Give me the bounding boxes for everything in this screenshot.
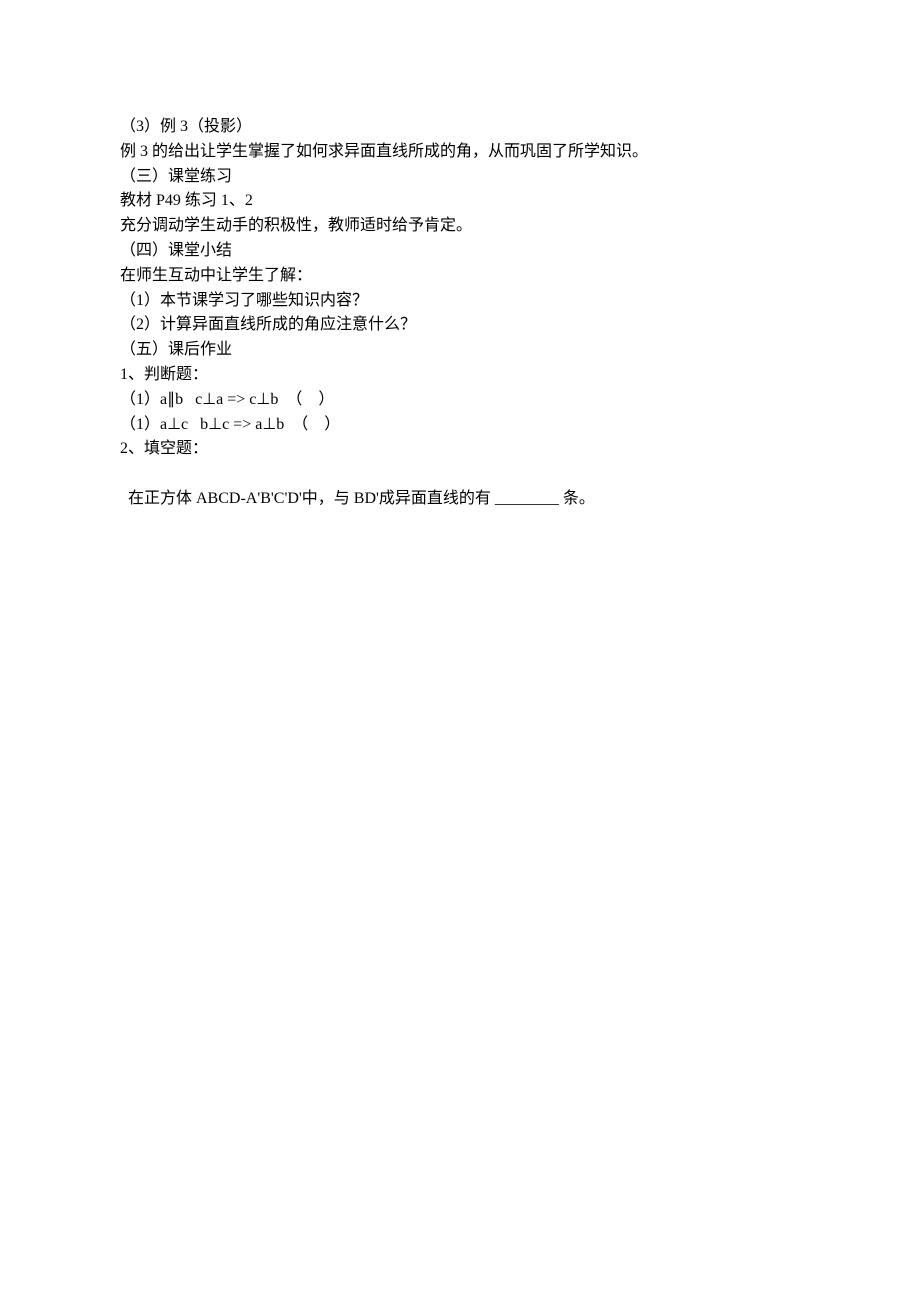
- line-section5-heading: （五）课后作业: [120, 338, 800, 363]
- line-section4-heading: （四）课堂小结: [120, 239, 800, 264]
- line-hw-judge-heading: 1、判断题：: [120, 363, 800, 388]
- fill-text-before: 在正方体 ABCD-A'B'C'D'中，与 BD'成异面直线的有: [128, 490, 495, 507]
- line-summary-q2: （2）计算异面直线所成的角应注意什么？: [120, 313, 800, 338]
- line-section3-heading: （三）课堂练习: [120, 165, 800, 190]
- line-hw-fill-heading: 2、填空题：: [120, 437, 800, 462]
- line-example3-desc: 例 3 的给出让学生掌握了如何求异面直线所成的角，从而巩固了所学知识。: [120, 140, 800, 165]
- fill-text-after: 条。: [559, 490, 595, 507]
- line-hw-fill-1: 在正方体 ABCD-A'B'C'D'中，与 BD'成异面直线的有 _______…: [120, 462, 800, 512]
- line-hw-judge-1: （1）a∥b c⊥a => c⊥b （ ）: [120, 388, 800, 413]
- line-hw-judge-2: （1）a⊥c b⊥c => a⊥b （ ）: [120, 413, 800, 438]
- line-summary-intro: 在师生互动中让学生了解：: [120, 264, 800, 289]
- line-summary-q1: （1）本节课学习了哪些知识内容？: [120, 289, 800, 314]
- line-encourage: 充分调动学生动手的积极性，教师适时给予肯定。: [120, 214, 800, 239]
- line-example3-heading: （3）例 3（投影）: [120, 115, 800, 140]
- fill-blank: ________: [495, 490, 559, 507]
- line-textbook-ref: 教材 P49 练习 1、2: [120, 189, 800, 214]
